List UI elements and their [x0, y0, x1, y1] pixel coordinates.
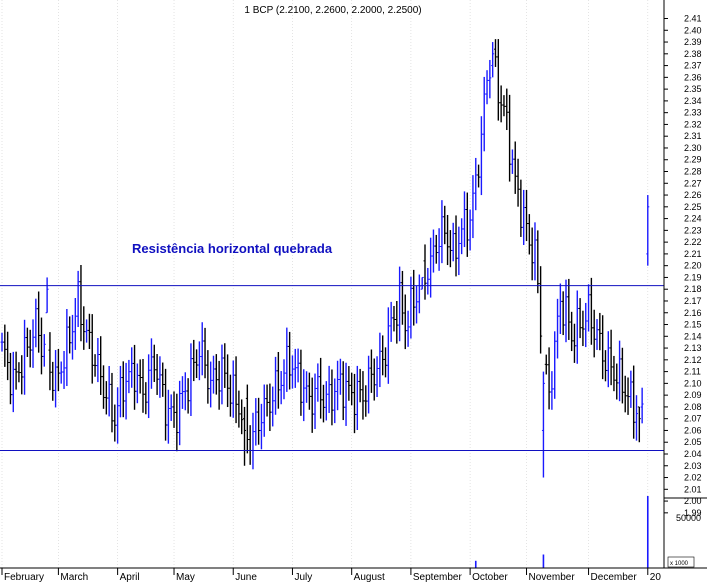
month-label: August: [354, 572, 385, 582]
price-tick-label: 2.12: [684, 355, 702, 365]
price-tick-label: 2.37: [684, 61, 702, 71]
price-tick-label: 2.11: [684, 367, 701, 377]
price-tick-label: 2.02: [684, 473, 702, 483]
price-tick-label: 2.03: [684, 461, 702, 471]
price-tick-label: 2.22: [684, 237, 702, 247]
price-tick-label: 2.18: [684, 284, 702, 294]
price-tick-label: 2.41: [684, 14, 702, 24]
price-tick-label: 2.09: [684, 390, 702, 400]
price-tick-label: 2.38: [684, 49, 702, 59]
month-label: June: [235, 572, 257, 582]
price-tick-label: 2.05: [684, 437, 702, 447]
chart-background: [0, 0, 707, 582]
price-tick-label: 2.13: [684, 343, 702, 353]
resistance-annotation: Resistência horizontal quebrada: [132, 241, 333, 256]
price-tick-label: 2.17: [684, 296, 702, 306]
price-tick-label: 2.40: [684, 25, 702, 35]
chart-title: 1 BCP (2.2100, 2.2600, 2.2000, 2.2500): [244, 5, 421, 16]
price-tick-label: 2.08: [684, 402, 702, 412]
volume-unit-label: x 1000: [670, 561, 689, 567]
month-label: July: [294, 572, 312, 582]
price-tick-label: 2.36: [684, 72, 702, 82]
month-label: November: [529, 572, 576, 582]
price-tick-label: 2.25: [684, 202, 702, 212]
price-tick-label: 2.24: [684, 214, 702, 224]
month-label: May: [176, 572, 195, 582]
month-label: 20: [650, 572, 662, 582]
price-tick-label: 2.35: [684, 84, 702, 94]
price-tick-label: 2.39: [684, 37, 702, 47]
price-tick-label: 2.21: [684, 249, 702, 259]
month-label: February: [4, 572, 44, 582]
price-tick-label: 2.16: [684, 308, 702, 318]
price-tick-label: 2.04: [684, 449, 702, 459]
price-tick-label: 2.15: [684, 320, 702, 330]
price-tick-label: 2.29: [684, 155, 702, 165]
price-tick-label: 2.07: [684, 414, 702, 424]
price-tick-label: 2.14: [684, 331, 702, 341]
price-tick-label: 2.34: [684, 96, 702, 106]
month-label: October: [472, 572, 508, 582]
price-tick-label: 2.01: [684, 484, 702, 494]
month-label: March: [60, 572, 88, 582]
chart: 2.412.40 2.39 2.38 2.372.36 2.35 2.34 2.332.32…: [0, 0, 707, 582]
month-label: September: [413, 572, 463, 582]
price-tick-label: 2.30: [684, 143, 702, 153]
price-tick-label: 2.31: [684, 131, 702, 141]
month-label: December: [591, 572, 638, 582]
price-tick-label: 2.23: [684, 225, 702, 235]
price-tick-label: 2.00: [684, 496, 702, 506]
price-tick-label: 2.28: [684, 167, 702, 177]
volume-axis-label-50000: 50000: [676, 513, 701, 523]
price-tick-label: 2.10: [684, 378, 702, 388]
price-tick-label: 2.20: [684, 261, 702, 271]
price-tick-label: 2.26: [684, 190, 702, 200]
month-label: April: [120, 572, 140, 582]
price-tick-label: 2.19: [684, 272, 702, 282]
price-tick-label: 2.06: [684, 425, 702, 435]
price-tick-label: 2.27: [684, 178, 702, 188]
price-tick-label: 2.32: [684, 119, 702, 129]
price-tick-label: 2.33: [684, 108, 702, 118]
